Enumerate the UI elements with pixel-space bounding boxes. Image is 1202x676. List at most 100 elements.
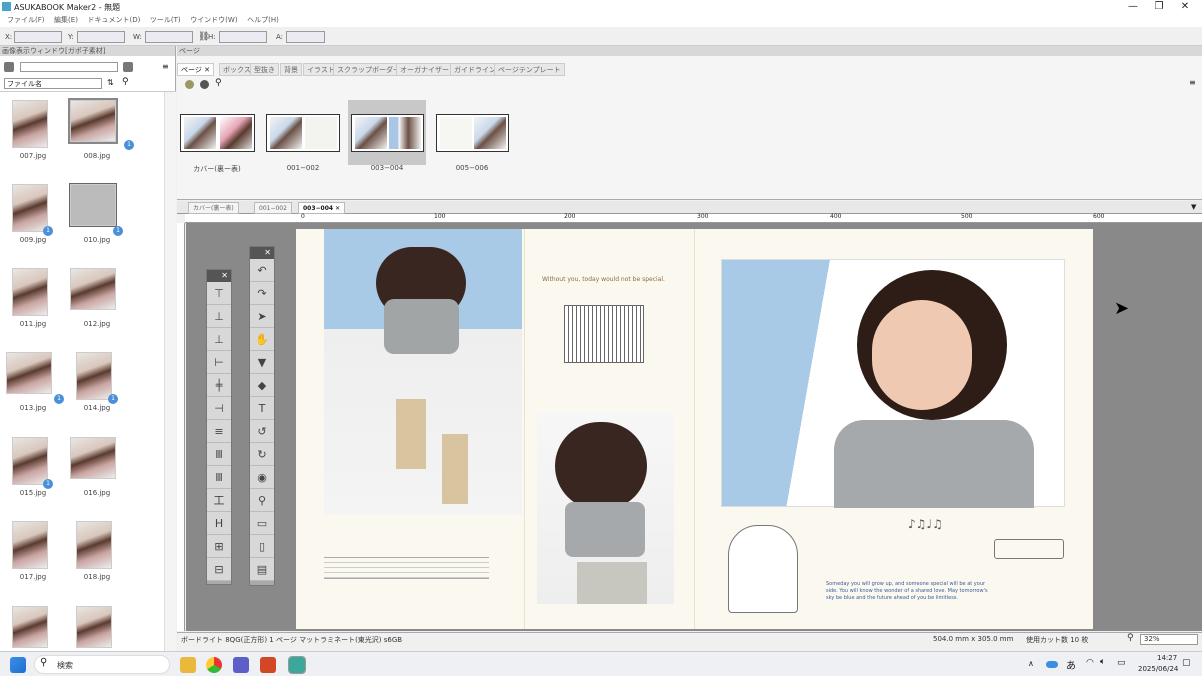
zoom-select[interactable]: 32% xyxy=(1140,634,1198,645)
rotate-right-icon[interactable]: ↻ xyxy=(250,443,274,466)
clock-time[interactable]: 14:27 xyxy=(1157,654,1177,662)
remove-page-icon[interactable] xyxy=(200,80,209,89)
angle-field[interactable] xyxy=(286,31,325,43)
search-input[interactable]: 検索 xyxy=(34,655,170,674)
document-icon[interactable]: ▤ xyxy=(250,558,274,581)
wifi-icon[interactable]: ◠ xyxy=(1086,658,1094,668)
zoom-icon[interactable]: ⚲ xyxy=(215,78,222,88)
windows-start-icon[interactable] xyxy=(10,657,26,673)
spread-page-canvas[interactable]: Without you, today would not be special.… xyxy=(296,229,1093,629)
tab-cutout[interactable]: 型抜き xyxy=(250,63,279,76)
same-height-icon[interactable]: 工 xyxy=(207,489,231,512)
fill-icon[interactable]: ◉ xyxy=(250,466,274,489)
caption-text[interactable]: Without you, today would not be special. xyxy=(542,276,665,283)
photo-frame-large-right[interactable] xyxy=(721,259,1065,508)
y-field[interactable] xyxy=(77,31,125,43)
chevron-up-icon[interactable]: ∧ xyxy=(1028,659,1034,668)
accordion-illustration[interactable] xyxy=(564,305,644,363)
search-icon[interactable]: ⚲ xyxy=(122,77,129,87)
folder-select[interactable] xyxy=(20,62,118,72)
panel-menu-icon[interactable]: ≡ xyxy=(162,62,169,71)
menu-window[interactable]: ウインドウ(W) xyxy=(190,16,237,24)
teams-icon[interactable] xyxy=(233,657,249,673)
spread-001-002[interactable] xyxy=(266,114,340,152)
volume-icon[interactable]: 🔈︎ xyxy=(1100,657,1105,667)
doc-tab-001-002[interactable]: 001−002 xyxy=(254,202,292,214)
tab-background[interactable]: 背景 xyxy=(280,63,302,76)
clock-date[interactable]: 2025/06/24 xyxy=(1138,665,1178,673)
close-button[interactable]: ✕ xyxy=(1168,0,1202,14)
fit-icon[interactable]: ⊟ xyxy=(207,558,231,581)
sort-order-icon[interactable]: ⇅ xyxy=(107,78,114,87)
menu-edit[interactable]: 編集(E) xyxy=(54,16,78,24)
close-icon[interactable]: ✕ xyxy=(335,205,340,212)
align-top-icon[interactable]: ⊤ xyxy=(207,282,231,305)
trumpet-illustration[interactable] xyxy=(994,539,1064,559)
music-staff-illustration[interactable] xyxy=(324,557,489,579)
book-icon[interactable]: ▯ xyxy=(250,535,274,558)
chrome-icon[interactable] xyxy=(206,657,222,673)
align-bottom-icon[interactable]: ⊥ xyxy=(207,328,231,351)
sort-select[interactable]: ファイル名 xyxy=(4,78,102,89)
select-arrow-icon[interactable]: ➤ xyxy=(250,305,274,328)
ime-indicator[interactable]: あ xyxy=(1066,657,1076,672)
distribute-vertical-icon[interactable]: ≡ xyxy=(207,420,231,443)
tab-page-template[interactable]: ページテンプレート xyxy=(494,63,565,76)
open-folder-icon[interactable] xyxy=(123,62,133,72)
menu-tools[interactable]: ツール(T) xyxy=(150,16,181,24)
asukabook-icon[interactable] xyxy=(288,656,306,674)
panel-menu-icon[interactable]: ≡ xyxy=(1189,78,1196,87)
scrollbar[interactable] xyxy=(164,92,176,651)
tab-list-icon[interactable]: ▼ xyxy=(1191,203,1196,211)
menu-file[interactable]: ファイル(F) xyxy=(7,16,45,24)
x-field[interactable] xyxy=(14,31,62,43)
music-notes-illustration[interactable]: ♪♫♩♫ xyxy=(908,517,943,531)
file-explorer-icon[interactable] xyxy=(180,657,196,673)
align-right-icon[interactable]: ⊣ xyxy=(207,397,231,420)
rotate-left-icon[interactable]: ↺ xyxy=(250,420,274,443)
align-left-icon[interactable]: ⊢ xyxy=(207,351,231,374)
piano-illustration[interactable] xyxy=(728,525,798,613)
monitor-icon[interactable]: ▭ xyxy=(250,512,274,535)
spread-cover[interactable] xyxy=(180,114,255,152)
tab-scrap-border[interactable]: スクラップボーダー xyxy=(333,63,404,76)
align-middle-icon[interactable]: ⊥ xyxy=(207,305,231,328)
photo-frame-small[interactable] xyxy=(537,412,674,604)
usage-badge: 1 xyxy=(124,140,134,150)
distribute-horizontal-icon[interactable]: Ⅲ xyxy=(207,443,231,466)
tab-organizer[interactable]: オーガナイザー xyxy=(396,63,453,76)
menu-help[interactable]: ヘルプ(H) xyxy=(247,16,279,24)
redo-icon[interactable]: ↷ xyxy=(250,282,274,305)
w-field[interactable] xyxy=(145,31,193,43)
notification-icon[interactable]: ▢ xyxy=(1182,658,1191,668)
undo-icon[interactable]: ↶ xyxy=(250,259,274,282)
spread-005-006[interactable] xyxy=(436,114,509,152)
doc-tab-003-004[interactable]: 003−004 ✕ xyxy=(298,202,346,214)
close-icon[interactable]: ✕ xyxy=(207,270,231,282)
doc-tab-cover[interactable]: カバー(裏ー表) xyxy=(188,202,239,214)
trash-icon[interactable]: ▼ xyxy=(250,351,274,374)
story-text[interactable]: Someday you will grow up, and someone sp… xyxy=(826,581,996,602)
shape-icon[interactable]: ◆ xyxy=(250,374,274,397)
photo-frame-large-left[interactable] xyxy=(324,229,522,515)
close-icon[interactable]: ✕ xyxy=(204,66,210,74)
close-icon[interactable]: ✕ xyxy=(250,247,274,259)
folder-icon[interactable] xyxy=(4,62,14,72)
same-width-icon[interactable]: H xyxy=(207,512,231,535)
battery-icon[interactable]: ▭ xyxy=(1117,658,1126,668)
hand-icon[interactable]: ✋ xyxy=(250,328,274,351)
text-icon[interactable]: T xyxy=(250,397,274,420)
align-center-icon[interactable]: ╪ xyxy=(207,374,231,397)
zoom-icon[interactable]: ⚲ xyxy=(250,489,274,512)
menu-document[interactable]: ドキュメント(D) xyxy=(87,16,140,24)
spread-003-004[interactable] xyxy=(351,114,424,152)
tab-page[interactable]: ページ ✕ xyxy=(177,63,214,76)
tab-guideline[interactable]: ガイドライン xyxy=(450,63,500,76)
distribute-space-icon[interactable]: Ⅲ xyxy=(207,466,231,489)
powerpoint-icon[interactable] xyxy=(260,657,276,673)
h-field[interactable] xyxy=(219,31,267,43)
onedrive-icon[interactable] xyxy=(1046,661,1058,668)
zoom-icon[interactable]: ⚲ xyxy=(1127,633,1134,643)
add-page-icon[interactable] xyxy=(185,80,194,89)
same-size-icon[interactable]: ⊞ xyxy=(207,535,231,558)
